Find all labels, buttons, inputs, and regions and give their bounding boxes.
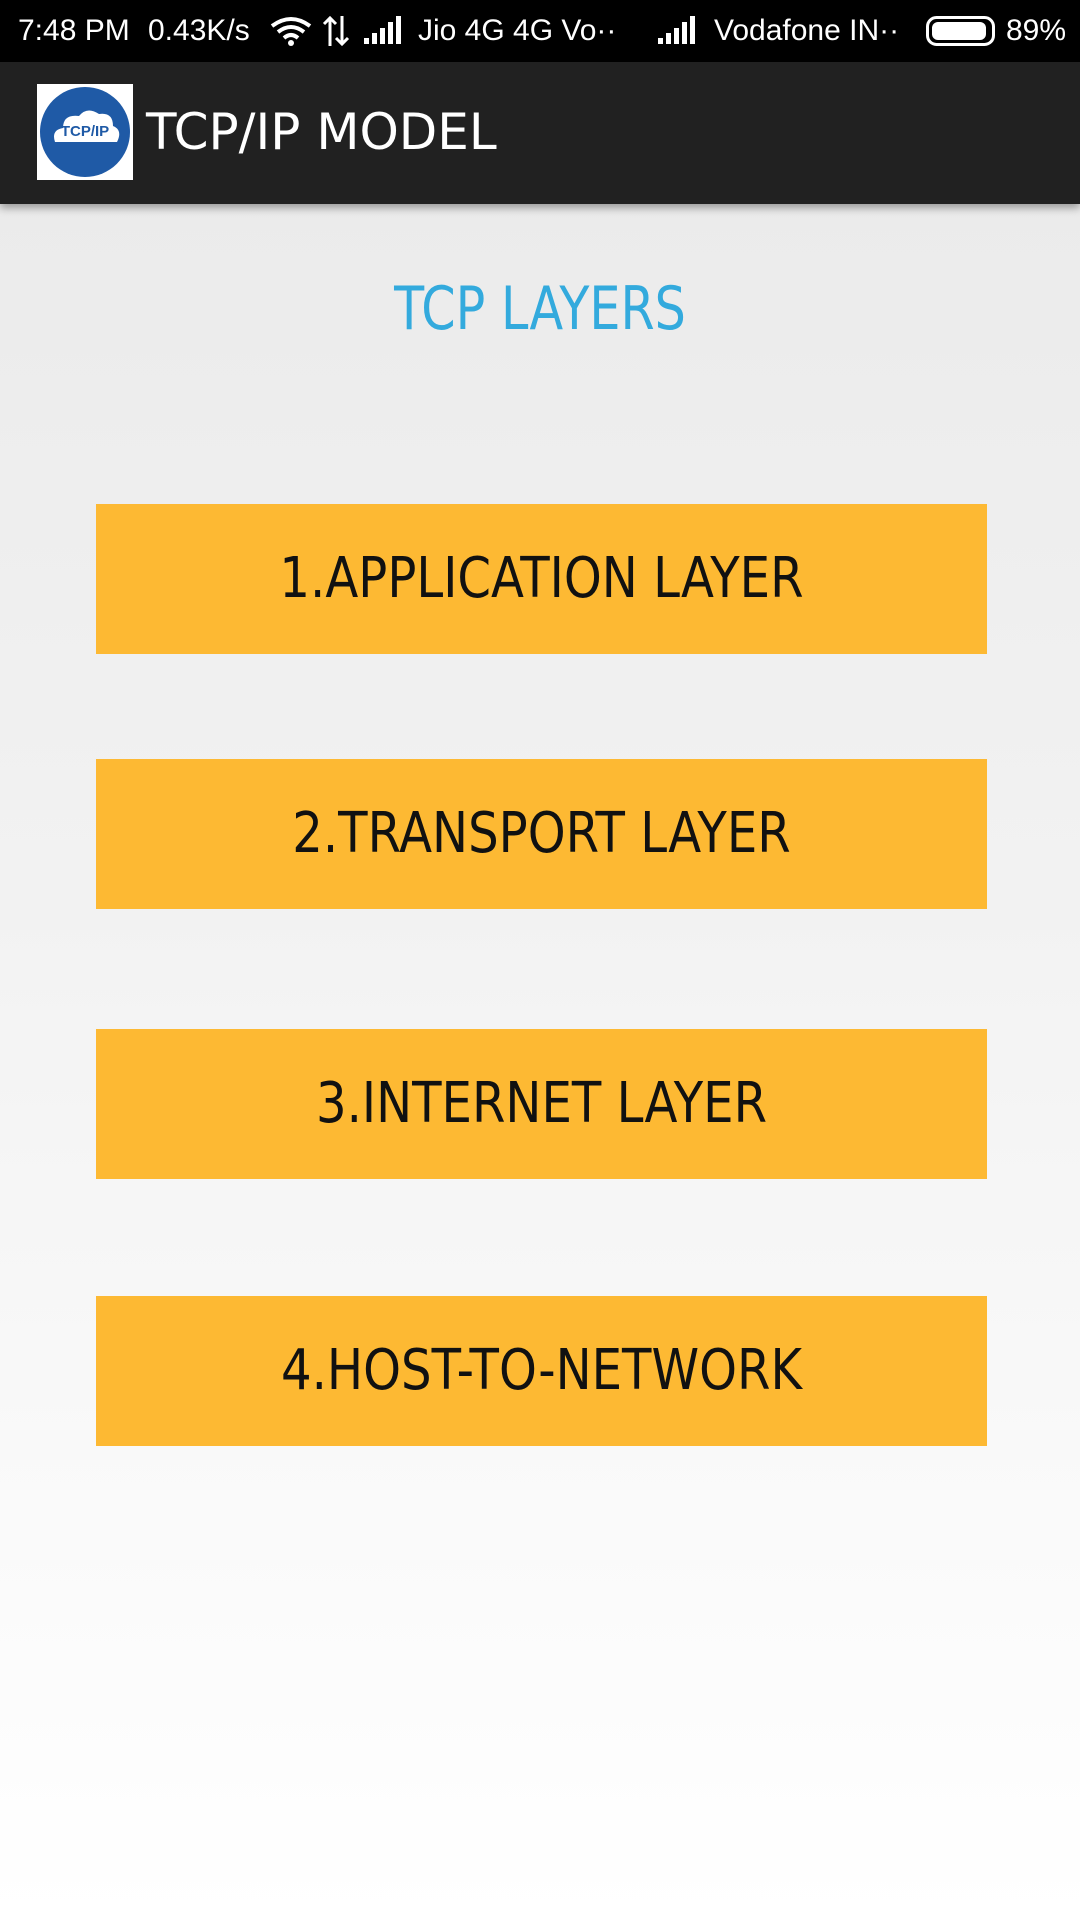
svg-text:TCP/IP: TCP/IP xyxy=(61,123,109,140)
status-time: 7:48 PM xyxy=(18,14,130,47)
application-layer-label: 1.APPLICATION LAYER xyxy=(279,546,804,611)
tcp-ip-cloud-logo: TCP/IP xyxy=(40,87,130,177)
app-bar: TCP/IP TCP/IP MODEL xyxy=(0,62,1080,204)
signal-icon xyxy=(658,16,695,44)
data-arrows-icon xyxy=(322,15,350,47)
network-speed: 0.43K/s xyxy=(148,14,250,47)
internet-layer-button[interactable]: 3.INTERNET LAYER xyxy=(96,1029,987,1179)
main-content: TCP LAYERS 1.APPLICATION LAYER 2.TRANSPO… xyxy=(0,204,1080,1920)
status-bar: 7:48 PM 0.43K/s Jio 4G 4G Vo·· Vodafone … xyxy=(0,0,1080,62)
application-layer-button[interactable]: 1.APPLICATION LAYER xyxy=(96,504,987,654)
app-logo: TCP/IP xyxy=(37,84,133,180)
battery-icon xyxy=(926,16,995,46)
battery-percent: 89% xyxy=(1006,14,1067,47)
carrier-1: Jio 4G 4G Vo·· xyxy=(418,14,617,47)
host-to-network-button[interactable]: 4.HOST-TO-NETWORK xyxy=(96,1296,987,1446)
transport-layer-label: 2.TRANSPORT LAYER xyxy=(292,801,791,866)
transport-layer-button[interactable]: 2.TRANSPORT LAYER xyxy=(96,759,987,909)
wifi-icon xyxy=(270,17,312,46)
internet-layer-label: 3.INTERNET LAYER xyxy=(315,1071,768,1136)
carrier-2: Vodafone IN·· xyxy=(714,14,900,47)
page-title: TCP LAYERS xyxy=(394,274,686,344)
host-to-network-label: 4.HOST-TO-NETWORK xyxy=(280,1338,803,1403)
app-title: TCP/IP MODEL xyxy=(146,103,497,161)
signal-icon xyxy=(364,16,401,44)
